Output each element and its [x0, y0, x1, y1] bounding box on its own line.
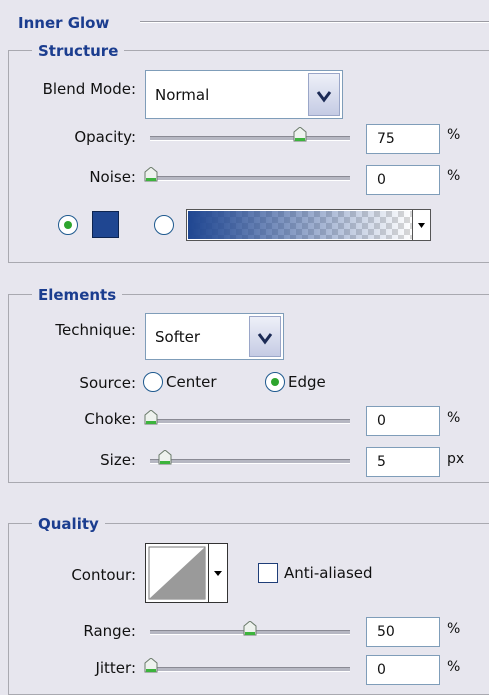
quality-title: Quality: [32, 515, 105, 533]
noise-unit: %: [447, 168, 461, 184]
noise-label: Noise:: [89, 168, 136, 186]
anti-aliased-label[interactable]: Anti-aliased: [284, 564, 373, 582]
gradient-picker[interactable]: [186, 209, 431, 241]
source-center-label[interactable]: Center: [166, 373, 217, 391]
size-input[interactable]: 5: [366, 447, 440, 477]
contour-picker[interactable]: [145, 543, 228, 603]
opacity-slider-thumb[interactable]: [293, 127, 307, 142]
chevron-down-icon: [257, 333, 273, 345]
contour-preview: [148, 546, 206, 600]
jitter-slider-track[interactable]: [150, 667, 350, 672]
gradient-preview: [188, 211, 412, 239]
jitter-input[interactable]: 0: [366, 655, 440, 685]
noise-slider-track[interactable]: [150, 176, 350, 181]
panel-title-rule: [140, 21, 489, 23]
contour-dropdown-button[interactable]: [208, 544, 227, 602]
choke-slider-track[interactable]: [150, 419, 350, 424]
source-label: Source:: [79, 374, 136, 392]
triangle-down-icon: [418, 223, 425, 228]
blend-mode-value: Normal: [155, 85, 210, 104]
range-input[interactable]: 50: [366, 617, 440, 647]
range-label: Range:: [83, 622, 136, 640]
size-slider-track[interactable]: [150, 459, 350, 464]
elements-title: Elements: [32, 286, 123, 304]
noise-slider-thumb[interactable]: [144, 167, 158, 182]
source-edge-label[interactable]: Edge: [288, 373, 326, 391]
choke-slider-thumb[interactable]: [144, 410, 158, 425]
jitter-unit: %: [447, 659, 461, 675]
contour-label: Contour:: [71, 566, 136, 584]
blend-mode-label: Blend Mode:: [42, 80, 136, 98]
technique-select[interactable]: Softer: [145, 313, 284, 360]
gradient-dropdown-button[interactable]: [412, 210, 430, 240]
gradient-fill-radio[interactable]: [154, 215, 174, 235]
jitter-slider-thumb[interactable]: [144, 658, 158, 673]
choke-label: Choke:: [84, 410, 136, 428]
size-unit: px: [447, 451, 465, 467]
noise-input[interactable]: 0: [366, 165, 440, 195]
blend-mode-dropdown-button[interactable]: [308, 73, 340, 116]
source-center-radio[interactable]: [143, 372, 163, 392]
technique-label: Technique:: [55, 321, 136, 339]
panel-title: Inner Glow: [18, 14, 110, 32]
size-label: Size:: [100, 451, 136, 469]
jitter-label: Jitter:: [95, 659, 136, 677]
technique-dropdown-button[interactable]: [249, 316, 281, 357]
structure-title: Structure: [32, 42, 125, 60]
anti-aliased-checkbox[interactable]: [258, 563, 278, 583]
opacity-label: Opacity:: [74, 128, 136, 146]
opacity-slider-track[interactable]: [150, 136, 350, 141]
choke-unit: %: [447, 410, 461, 426]
source-edge-radio[interactable]: [265, 372, 285, 392]
opacity-unit: %: [447, 127, 461, 143]
technique-value: Softer: [155, 327, 200, 346]
glow-color-swatch[interactable]: [92, 211, 119, 238]
color-fill-radio[interactable]: [58, 215, 78, 235]
opacity-input[interactable]: 75: [366, 124, 440, 154]
range-slider-thumb[interactable]: [243, 621, 257, 636]
size-slider-thumb[interactable]: [158, 450, 172, 465]
range-unit: %: [447, 621, 461, 637]
triangle-down-icon: [214, 571, 222, 576]
blend-mode-select[interactable]: Normal: [145, 70, 343, 119]
chevron-down-icon: [316, 91, 332, 103]
choke-input[interactable]: 0: [366, 406, 440, 436]
